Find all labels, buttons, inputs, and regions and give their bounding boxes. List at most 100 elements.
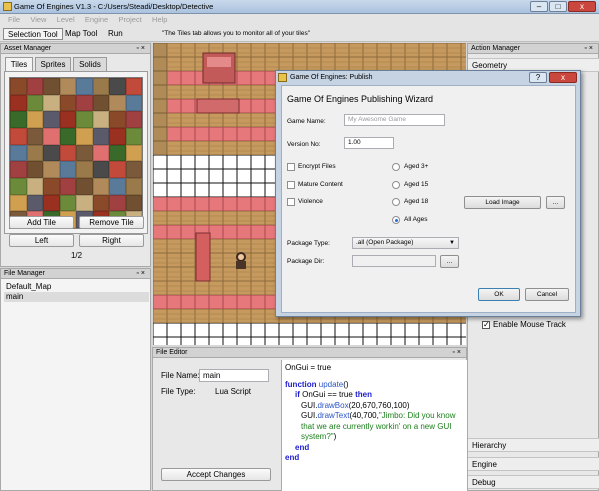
tile-swatch[interactable] — [43, 161, 60, 178]
left-button[interactable]: Left — [9, 234, 74, 247]
package-type-select[interactable]: .all (Open Package) ▼ — [352, 237, 459, 249]
tile-swatch[interactable] — [43, 78, 60, 95]
tile-swatch[interactable] — [43, 111, 60, 128]
dock-controls-icon[interactable]: ▫× — [136, 44, 147, 54]
tile-swatch[interactable] — [109, 127, 126, 145]
version-input[interactable]: 1.00 — [344, 137, 394, 149]
tile-swatch[interactable] — [59, 194, 76, 212]
minimize-button[interactable]: – — [530, 1, 548, 12]
tile-swatch[interactable] — [10, 111, 27, 128]
tile-swatch[interactable] — [76, 127, 93, 145]
tile-swatch[interactable] — [125, 94, 142, 112]
tile-swatch[interactable] — [59, 94, 76, 112]
code-editor[interactable]: OnGui = true function update() if OnGui … — [281, 360, 467, 491]
dock-controls-icon[interactable]: ▫× — [584, 44, 595, 54]
tile-swatch[interactable] — [92, 194, 109, 212]
dialog-help-button[interactable]: ? — [529, 72, 547, 83]
menu-engine[interactable]: Engine — [85, 14, 108, 26]
tile-swatch[interactable] — [76, 194, 93, 212]
tile-swatch[interactable] — [59, 177, 76, 195]
tile-swatch[interactable] — [125, 144, 142, 162]
file-item-default-map[interactable]: Default_Map — [4, 282, 149, 292]
file-name-input[interactable]: main — [199, 369, 269, 382]
tile-swatch[interactable] — [59, 111, 76, 128]
tile-swatch[interactable] — [76, 78, 93, 95]
all-ages-radio[interactable] — [392, 216, 400, 224]
tile-swatch[interactable] — [92, 161, 109, 178]
dock-controls-icon[interactable]: ▫× — [452, 348, 463, 358]
aged3-radio[interactable] — [392, 163, 400, 171]
tile-swatch[interactable] — [26, 177, 43, 195]
tile-swatch[interactable] — [109, 177, 126, 195]
dialog-close-button[interactable]: x — [549, 72, 577, 83]
tile-swatch[interactable] — [59, 78, 76, 95]
selection-tool-button[interactable]: Selection Tool — [3, 28, 63, 40]
tile-swatch[interactable] — [125, 177, 142, 195]
tileset-grid[interactable] — [9, 77, 143, 229]
section-engine[interactable]: Engine — [468, 457, 599, 471]
tile-swatch[interactable] — [26, 94, 43, 112]
tile-swatch[interactable] — [92, 144, 109, 162]
right-button[interactable]: Right — [79, 234, 144, 247]
tile-swatch[interactable] — [10, 144, 27, 162]
tile-swatch[interactable] — [76, 144, 93, 162]
tile-swatch[interactable] — [43, 127, 60, 145]
tile-swatch[interactable] — [125, 127, 142, 145]
tab-tiles[interactable]: Tiles — [5, 57, 33, 72]
browse-image-button[interactable]: ... — [546, 196, 565, 209]
tile-swatch[interactable] — [10, 194, 27, 212]
tile-swatch[interactable] — [59, 127, 76, 145]
tile-swatch[interactable] — [26, 194, 43, 212]
package-dir-input[interactable] — [352, 255, 436, 267]
mature-content-checkbox[interactable] — [287, 181, 295, 189]
tile-swatch[interactable] — [10, 78, 27, 95]
tile-swatch[interactable] — [92, 177, 109, 195]
browse-dir-button[interactable]: ... — [440, 255, 459, 268]
tile-swatch[interactable] — [92, 127, 109, 145]
game-name-input[interactable]: My Awesome Game — [344, 114, 445, 126]
tile-swatch[interactable] — [26, 127, 43, 145]
tile-swatch[interactable] — [109, 194, 126, 212]
tile-swatch[interactable] — [10, 127, 27, 145]
tile-swatch[interactable] — [76, 161, 93, 178]
tile-swatch[interactable] — [109, 161, 126, 178]
enable-mouse-track-checkbox[interactable]: ✓ — [482, 320, 490, 329]
tile-swatch[interactable] — [26, 78, 43, 95]
tile-swatch[interactable] — [109, 94, 126, 112]
tile-swatch[interactable] — [92, 94, 109, 112]
tile-swatch[interactable] — [125, 161, 142, 178]
tile-swatch[interactable] — [10, 161, 27, 178]
section-debug[interactable]: Debug — [468, 475, 599, 489]
tile-swatch[interactable] — [109, 111, 126, 128]
cancel-button[interactable]: Cancel — [525, 288, 569, 301]
tile-swatch[interactable] — [59, 144, 76, 162]
add-tile-button[interactable]: Add Tile — [9, 216, 74, 229]
section-hierarchy[interactable]: Hierarchy — [468, 438, 599, 452]
maximize-button[interactable]: □ — [549, 1, 567, 12]
tile-swatch[interactable] — [76, 177, 93, 195]
menu-view[interactable]: View — [30, 14, 46, 26]
tile-swatch[interactable] — [92, 78, 109, 95]
tile-swatch[interactable] — [109, 144, 126, 162]
map-tool-button[interactable]: Map Tool — [61, 28, 101, 40]
menu-help[interactable]: Help — [152, 14, 167, 26]
tile-swatch[interactable] — [59, 161, 76, 178]
tab-solids[interactable]: Solids — [73, 57, 107, 71]
tile-swatch[interactable] — [109, 78, 126, 95]
tile-swatch[interactable] — [10, 177, 27, 195]
tile-swatch[interactable] — [76, 111, 93, 128]
violence-checkbox[interactable] — [287, 198, 295, 206]
tile-swatch[interactable] — [125, 194, 142, 212]
aged18-radio[interactable] — [392, 198, 400, 206]
encrypt-files-checkbox[interactable] — [287, 163, 295, 171]
menu-level[interactable]: Level — [57, 14, 75, 26]
tile-swatch[interactable] — [76, 94, 93, 112]
close-button[interactable]: x — [568, 1, 596, 12]
dock-controls-icon[interactable]: ▫× — [136, 269, 147, 279]
remove-tile-button[interactable]: Remove Tile — [79, 216, 144, 229]
load-image-button[interactable]: Load Image — [464, 196, 541, 209]
tile-swatch[interactable] — [43, 177, 60, 195]
file-item-main[interactable]: main — [4, 292, 149, 302]
tile-swatch[interactable] — [43, 144, 60, 162]
tile-swatch[interactable] — [10, 94, 27, 112]
